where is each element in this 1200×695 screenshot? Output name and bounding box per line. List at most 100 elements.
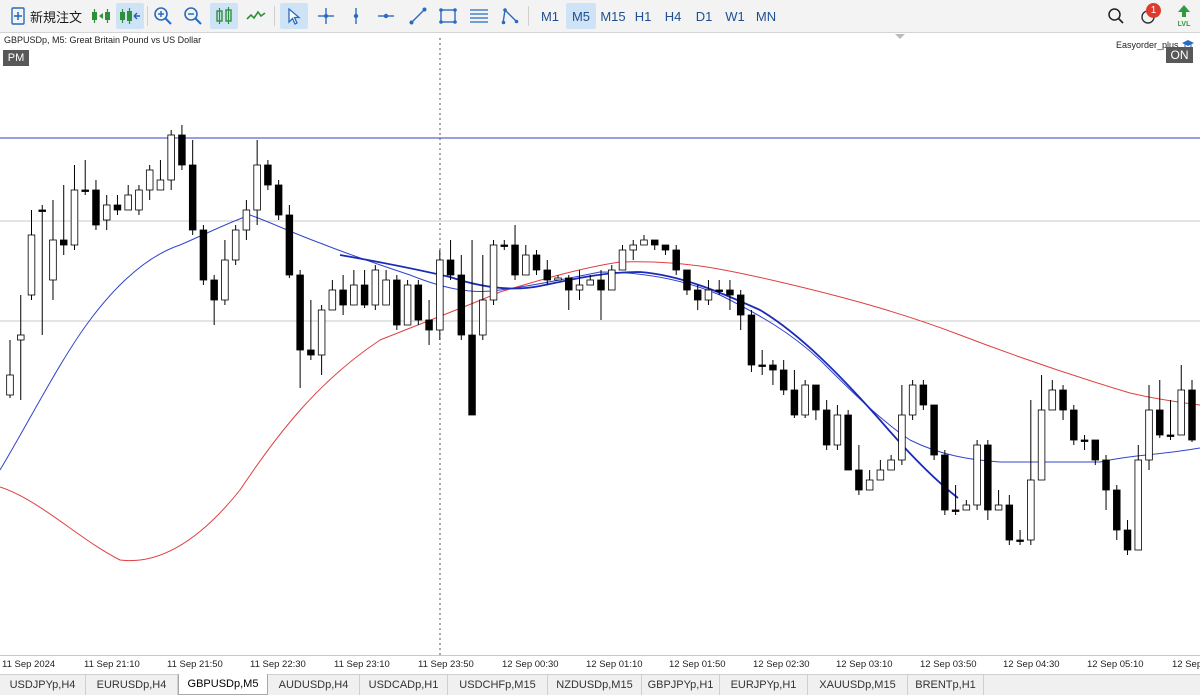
timeframe-h4-button[interactable]: H4 bbox=[660, 3, 686, 29]
price-chart-area[interactable] bbox=[0, 34, 1200, 655]
candle-body bbox=[736, 294, 745, 316]
zoom-out-icon bbox=[184, 7, 202, 25]
trendline-tool-button[interactable] bbox=[404, 3, 432, 29]
line-chart-button[interactable] bbox=[242, 3, 270, 29]
timeframe-w1-button[interactable]: W1 bbox=[721, 3, 749, 29]
fibonacci-tool-button[interactable] bbox=[465, 3, 493, 29]
chart-tab[interactable]: BRENTp,H1 bbox=[908, 675, 984, 695]
candle-body bbox=[930, 404, 938, 456]
candle-body bbox=[199, 229, 208, 281]
chart-tab[interactable]: GBPUSDp,M5 bbox=[178, 674, 268, 695]
candle-body bbox=[726, 289, 734, 296]
chart-tab[interactable]: USDCHFp,M15 bbox=[448, 675, 548, 695]
candle-body bbox=[113, 204, 122, 211]
cursor-tool-button[interactable] bbox=[280, 3, 308, 29]
candle-body bbox=[167, 134, 175, 181]
candle-body bbox=[801, 384, 809, 416]
candle-body bbox=[1166, 434, 1175, 437]
candlestick-chart-button[interactable] bbox=[210, 3, 238, 29]
chart-tab[interactable]: AUDUSDp,H4 bbox=[268, 675, 360, 695]
candle-body bbox=[962, 504, 971, 511]
candle-body bbox=[608, 269, 616, 291]
candle-body bbox=[704, 289, 713, 301]
toolbar-separator bbox=[528, 6, 529, 26]
time-axis-label: 11 Sep 21:50 bbox=[167, 659, 223, 670]
candlestick-chart[interactable] bbox=[0, 34, 1200, 655]
candle-body bbox=[1091, 439, 1100, 461]
chart-tab[interactable]: GBPJPYp,H1 bbox=[642, 675, 720, 695]
candle-body bbox=[436, 259, 444, 331]
chart-tab[interactable]: USDJPYp,H4 bbox=[0, 675, 86, 695]
chart-tab[interactable]: EURUSDp,H4 bbox=[86, 675, 178, 695]
new-order-label: 新規注文 bbox=[29, 9, 82, 25]
timeframe-m5-button[interactable]: M5 bbox=[566, 3, 596, 29]
zoom-out-button[interactable] bbox=[180, 3, 206, 29]
candle-body bbox=[457, 274, 466, 336]
new-order-icon bbox=[11, 7, 25, 25]
candle-body bbox=[360, 284, 369, 306]
chart-tab[interactable]: USDCADp,H1 bbox=[360, 675, 448, 695]
candle-body bbox=[210, 279, 218, 301]
rectangle-tool-button[interactable] bbox=[434, 3, 462, 29]
candle-body bbox=[38, 209, 46, 212]
candle-body bbox=[1113, 489, 1121, 531]
candle-body bbox=[1102, 459, 1110, 491]
candle-body bbox=[683, 269, 691, 291]
timeframe-mn-button[interactable]: MN bbox=[751, 3, 781, 29]
crosshair-tool-button[interactable] bbox=[312, 3, 340, 29]
candle-body bbox=[188, 164, 197, 231]
search-icon bbox=[1108, 8, 1124, 24]
horizontal-line-icon bbox=[378, 13, 394, 19]
candle-body bbox=[393, 279, 401, 326]
candle-body bbox=[145, 169, 154, 191]
vertical-line-tool-button[interactable] bbox=[342, 3, 370, 29]
moving-average-trend-line bbox=[339, 254, 959, 499]
level-up-button[interactable]: LVL bbox=[1172, 3, 1196, 29]
candle-body bbox=[489, 244, 498, 301]
candle-body bbox=[231, 229, 240, 261]
timeframe-h1-button[interactable]: H1 bbox=[630, 3, 656, 29]
chart-tab[interactable]: EURJPYp,H1 bbox=[720, 675, 808, 695]
fibonacci-icon bbox=[470, 9, 488, 23]
candle-body bbox=[844, 414, 852, 471]
candle-body bbox=[640, 239, 648, 246]
timeframe-m15-button[interactable]: M15 bbox=[598, 3, 628, 29]
auto-scroll-button[interactable] bbox=[116, 3, 144, 29]
candle-body bbox=[543, 269, 552, 281]
chart-symbol-title: GBPUSDp, M5: Great Britain Pound vs US D… bbox=[4, 35, 202, 45]
candle-body bbox=[1123, 529, 1132, 551]
candle-body bbox=[49, 239, 57, 281]
candle-body bbox=[1156, 409, 1164, 436]
chart-tab[interactable]: XAUUSDp,M15 bbox=[808, 675, 908, 695]
candle-body bbox=[479, 299, 487, 336]
rectangle-icon bbox=[439, 8, 457, 24]
time-axis-label: 12 Sep 04:30 bbox=[1003, 659, 1060, 670]
candle-body bbox=[898, 414, 906, 461]
candle-body bbox=[1070, 409, 1078, 441]
shapes-icon bbox=[501, 8, 519, 25]
new-order-button[interactable]: 新規注文 bbox=[6, 3, 86, 29]
shapes-tool-button[interactable] bbox=[496, 3, 524, 29]
timeframe-m1-button[interactable]: M1 bbox=[536, 3, 564, 29]
expert-advisor-state-badge[interactable]: ON bbox=[1166, 47, 1193, 63]
time-axis-label: 12 Sep 05:10 bbox=[1087, 659, 1144, 670]
candle-body bbox=[1016, 539, 1024, 542]
candle-body bbox=[575, 284, 584, 291]
candle-body bbox=[27, 234, 36, 296]
candle-body bbox=[876, 469, 885, 481]
one-click-trading-button[interactable] bbox=[88, 3, 114, 29]
candle-body bbox=[1027, 479, 1035, 541]
time-axis-label: 11 Sep 22:30 bbox=[250, 659, 306, 670]
chart-tab[interactable]: NZDUSDp,M15 bbox=[548, 675, 642, 695]
candle-body bbox=[371, 269, 380, 306]
timeframe-d1-button[interactable]: D1 bbox=[691, 3, 717, 29]
candle-body bbox=[532, 254, 541, 271]
candle-body bbox=[618, 249, 627, 271]
zoom-in-button[interactable] bbox=[150, 3, 176, 29]
search-button[interactable] bbox=[1103, 3, 1129, 29]
candle-body bbox=[511, 244, 519, 276]
time-axis: 11 Sep 2024 11 Sep 21:10 11 Sep 21:50 11 Se… bbox=[0, 655, 1200, 673]
moving-average-fast-line bbox=[0, 214, 1200, 471]
candle-body bbox=[822, 409, 831, 446]
horizontal-line-tool-button[interactable] bbox=[372, 3, 400, 29]
